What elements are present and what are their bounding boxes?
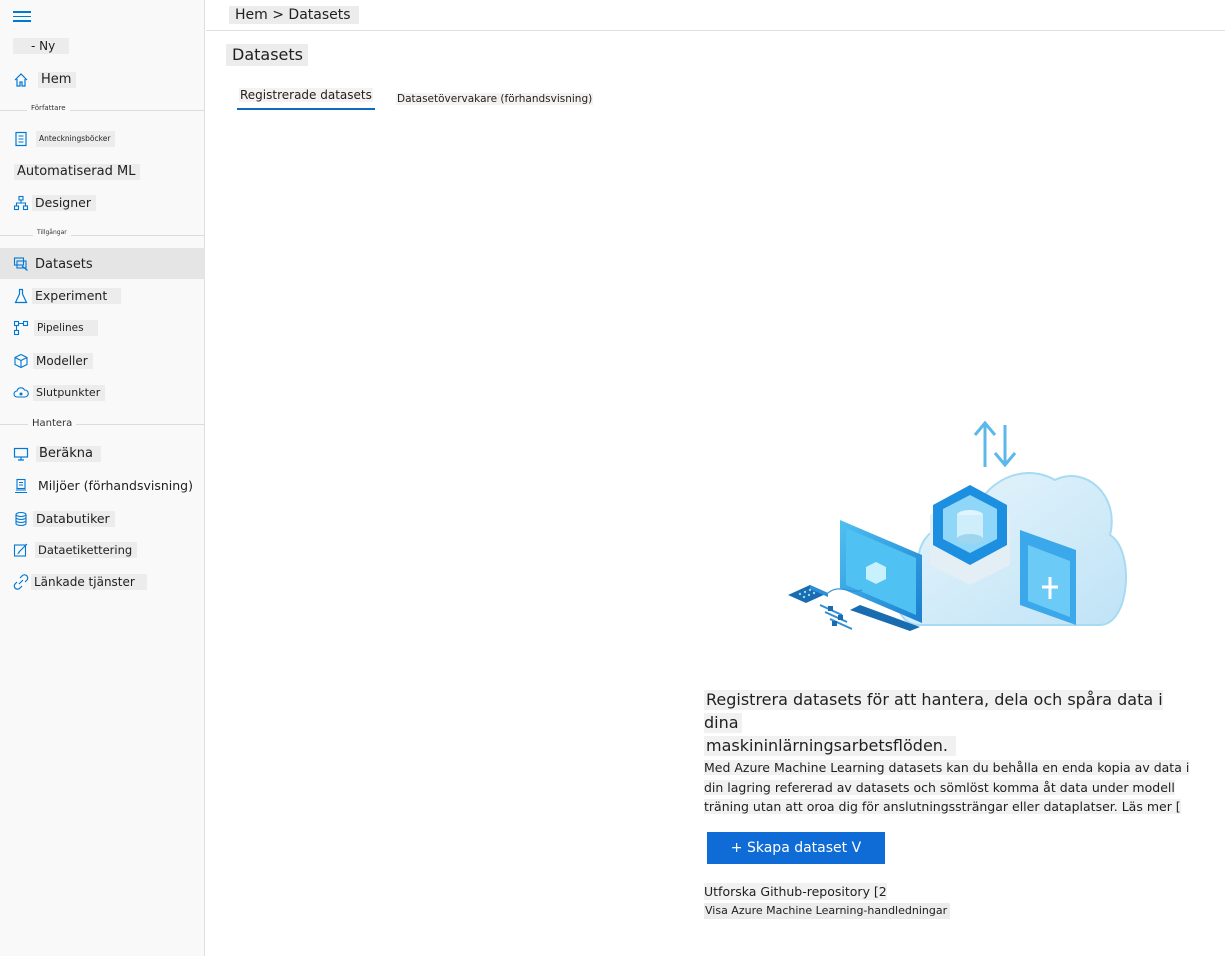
empty-state-headline: Registrera datasets för att hantera, del… [704,688,1199,757]
sidebar-item-endpoints[interactable]: Slutpunkter [0,378,205,408]
desc-line-1: Med Azure Machine Learning datasets kan … [704,760,1190,775]
headline-line-2: maskininlärningsarbetsflöden. [704,736,957,756]
sidebar-item-label: Databutiker [33,511,115,527]
sidebar-item-home[interactable]: Hem [0,65,205,95]
cube-icon [14,353,28,369]
sidebar-item-label: Slutpunkter [33,385,106,401]
sidebar-item-label: Designer [32,195,96,211]
sidebar-item-label: Pipelines [34,320,98,336]
create-dataset-button[interactable]: + Skapa dataset V [707,832,885,864]
page-title: Datasets [226,44,308,66]
datasets-illustration [788,420,1127,631]
database-icon [15,511,27,527]
sidebar-item-label: Dataetikettering [35,542,138,558]
notebook-icon [15,131,27,147]
section-manage: Hantera [0,418,205,429]
datasets-icon [13,257,28,271]
sidebar-item-models[interactable]: Modeller [0,346,205,376]
sidebar-item-label: Miljöer (förhandsvisning) [38,478,193,493]
section-author: Författare [0,104,205,115]
top-bar: Hem > Datasets [206,0,1225,31]
sidebar-item-datasets[interactable]: Datasets [0,248,205,279]
edit-label-icon [13,543,28,557]
sidebar-item-label: Automatiserad ML [14,164,141,180]
tab-registered-datasets[interactable]: Registrerade datasets [237,84,375,110]
headline-line-1: Registrera datasets för att hantera, del… [704,690,1163,733]
sidebar-item-label: Anteckningsböcker [36,131,116,147]
sidebar-item-environments[interactable]: Miljöer (förhandsvisning) [0,471,205,501]
section-label: Tillgångar [33,229,71,236]
section-label: Hantera [28,418,77,429]
new-button[interactable]: - Ny [13,38,70,54]
section-label: Författare [27,104,70,112]
empty-state-description: Med Azure Machine Learning datasets kan … [704,758,1214,817]
section-assets: Tillgångar [0,229,205,240]
view-tutorials-link[interactable]: Visa Azure Machine Learning-handledninga… [704,903,951,919]
sidebar-item-designer[interactable]: Designer [0,188,205,218]
sidebar-item-label: Modeller [33,353,93,369]
menu-icon[interactable] [13,8,31,22]
sidebar-item-label: Datasets [35,257,93,272]
sidebar-item-label: Hem [38,72,77,88]
endpoint-cloud-icon [13,387,29,398]
sidebar-item-compute[interactable]: Beräkna [0,439,205,469]
sidebar-item-experiments[interactable]: Experiment [0,281,205,311]
pipeline-icon [13,320,29,336]
sidebar-item-linked-services[interactable]: Länkade tjänster [0,567,205,597]
sidebar-item-automl[interactable]: Automatiserad ML [0,157,205,187]
sidebar-item-datastores[interactable]: Databutiker [0,504,205,534]
sidebar-item-pipelines[interactable]: Pipelines [0,313,205,343]
desc-line-3: träning utan att oroa dig för anslutning… [704,799,1181,814]
explore-github-link[interactable]: Utforska Github-repository [2 [704,883,887,900]
sidebar-item-notebooks[interactable]: Anteckningsböcker [0,124,205,154]
desc-line-2: din lagring refererad av datasets och sö… [704,779,1175,795]
flask-icon [14,288,28,304]
sidebar-item-label: Beräkna [36,446,101,462]
home-icon [14,73,28,87]
tab-label: Datasetövervakare (förhandsvisning) [396,93,594,105]
sidebar-item-label: Experiment [32,288,122,304]
sidebar-item-labeling[interactable]: Dataetikettering [0,535,205,565]
link-icon [13,574,29,590]
tab-label: Registrerade datasets [239,88,373,102]
monitor-icon [13,447,29,461]
tab-dataset-monitors[interactable]: Datasetövervakare (förhandsvisning) [394,88,595,112]
sidebar: - Ny Hem Författare Anteckningsböcker Au… [0,0,205,956]
breadcrumb[interactable]: Hem > Datasets [229,6,359,24]
sidebar-item-label: Länkade tjänster [31,574,147,590]
environment-icon [15,478,27,494]
designer-icon [13,195,29,211]
